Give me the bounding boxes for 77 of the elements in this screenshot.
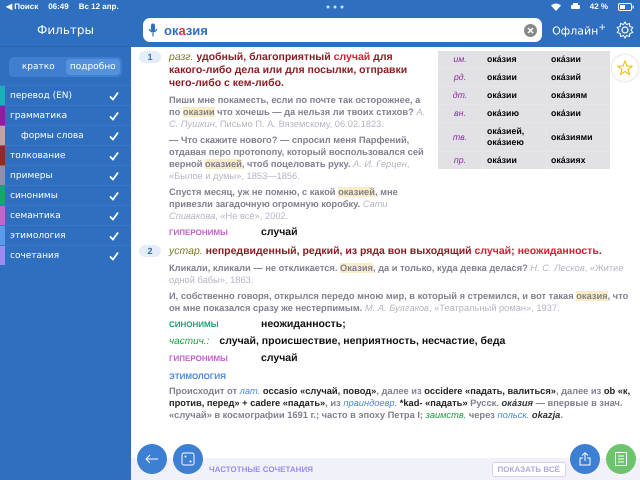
filter-label[interactable]: синонимы xyxy=(5,190,109,200)
battery-icon xyxy=(618,2,634,10)
filter-label[interactable]: семантика xyxy=(5,210,109,220)
table-cell: ока́зией, ока́зиею xyxy=(483,123,546,151)
star-icon xyxy=(617,60,633,76)
example-quote: Кликали, кликали — не откликается. Оказия, да и только, куда девка делася? Н. С. Лесков, «Житие одной бабы», 1863. xyxy=(169,262,624,286)
filter-label[interactable]: перевод (EN) xyxy=(5,90,109,100)
sense-number: 1 xyxy=(139,51,161,63)
case-label: вн. xyxy=(438,105,482,122)
case-label: дт. xyxy=(438,87,482,104)
clock: 06:49 xyxy=(48,2,69,11)
relation-label: частич.: xyxy=(169,336,210,348)
table-cell: ока́зии xyxy=(483,87,546,104)
dice-icon xyxy=(181,452,195,466)
example-quote: Спустя месяц, уж не помню, с какой оказией, мне привезли загадочную огромную коробку. Сати Спивакова, «Не всё», 2002. xyxy=(169,186,399,222)
filter-label[interactable]: формы слова xyxy=(5,130,109,140)
filter-label[interactable]: примеры xyxy=(5,170,109,180)
etymology-text: Происходит от лат. occasio «случай, повод», далее из occidere «падать, валиться», далее из ob «к, против, перед» + cadere «падать», из праиндоевр. *kad- «падать» Русск. ока́зия — впервые в знач. «случай» в космографии 1691 г.; часто в эпоху Петра I; заимств. через польск. okazja. xyxy=(169,385,632,421)
offline-button[interactable]: Офлайн$^{+}$ xyxy=(552,22,606,38)
check-icon[interactable] xyxy=(109,190,119,200)
relation-label: ГИПЕРОНИМЫ xyxy=(169,353,229,365)
filter-label[interactable]: сочетания xyxy=(5,250,109,260)
check-icon[interactable] xyxy=(109,130,119,140)
relation-label: СИНОНИМЫ xyxy=(169,319,220,331)
check-icon[interactable] xyxy=(109,250,119,260)
table-cell: ока́зия xyxy=(483,51,546,68)
check-icon[interactable] xyxy=(109,230,119,240)
table-cell: ока́зии xyxy=(547,51,610,68)
check-icon[interactable] xyxy=(109,90,119,100)
table-cell: ока́зиями xyxy=(547,123,610,151)
clear-icon[interactable] xyxy=(524,24,538,36)
back-link[interactable]: ◀ Поиск xyxy=(6,2,38,11)
list-icon xyxy=(615,452,627,466)
table-cell: ока́зии xyxy=(483,69,546,86)
case-label: пр. xyxy=(438,152,482,169)
collocations-heading: ЧАСТОТНЫЕ СОЧЕТАНИЯ xyxy=(209,464,314,474)
etymology-heading: ЭТИМОЛОГИЯ xyxy=(169,371,227,383)
relation-value: случай, происшествие, неприятность, несчастие, беда xyxy=(219,335,506,347)
table-cell: ока́зиям xyxy=(547,87,610,104)
case-label: им. xyxy=(438,51,482,68)
check-icon[interactable] xyxy=(109,210,119,220)
dots-icon xyxy=(324,4,345,8)
relation-value: случай xyxy=(261,226,298,238)
example-quote: И, собственно говоря, открылся передо мною мир, в который я стремился, и вот такая оказия, что он мне показался сразу же нестерпимым. М. А. Булгаков, «Театральный роман», 1937. xyxy=(169,290,630,314)
battery-percent: 42 % xyxy=(590,2,608,11)
example-quote: Пиши мне покаместь, если по почте так осторожнее, а по оказии что хочешь — да нельзя ли твоих стихов? А. С. Пушкин, Письмо П. А. Вяземскому, 06.02.1823. xyxy=(169,94,426,130)
search-field[interactable]: оказия xyxy=(143,18,542,42)
sidebar-title: Фильтры xyxy=(0,13,131,47)
mode-tab[interactable]: кратко xyxy=(11,59,66,75)
table-cell: ока́зий xyxy=(547,69,610,86)
definition: устар. непредвиденный, редкий, из ряда вон выходящий случай; неожиданность. xyxy=(169,245,603,258)
table-cell: ока́зиях xyxy=(547,152,610,169)
relation-value: случай xyxy=(261,352,298,364)
filter-label[interactable]: грамматика xyxy=(5,110,109,120)
check-icon[interactable] xyxy=(109,110,119,120)
check-icon[interactable] xyxy=(109,150,119,160)
wifi-icon xyxy=(550,2,561,10)
case-label: тв. xyxy=(438,123,482,151)
definition: разг. удобный, благоприятный случай для какого-либо дела или для посылки, отправки чего-либо с кем-либо. xyxy=(169,51,408,90)
car-icon xyxy=(570,3,580,10)
check-icon[interactable] xyxy=(109,170,119,180)
table-cell: ока́зии xyxy=(547,105,610,122)
filter-label[interactable]: этимология xyxy=(5,230,109,240)
microphone-icon[interactable] xyxy=(148,23,158,37)
filter-label[interactable]: толкование xyxy=(5,150,109,160)
case-label: рд. xyxy=(438,69,482,86)
relation-label: ГИПЕРОНИМЫ xyxy=(169,227,229,239)
relation-value: неожиданность; xyxy=(261,318,346,330)
table-cell: ока́зию xyxy=(483,105,546,122)
example-quote: — Что скажите нового? — спросил меня Парфений, отдавая перо протопопу, который воспользовался сей верной оказией, чтоб поцеловать руку. А. И. Герцен, «Былое и думы», 1853—1856. xyxy=(169,134,425,182)
date: Вс 12 апр. xyxy=(78,2,119,11)
mode-tab[interactable]: подробно xyxy=(66,59,120,75)
sense-number: 2 xyxy=(139,245,161,257)
share-icon xyxy=(579,452,591,466)
settings-icon[interactable] xyxy=(616,21,634,39)
arrow-left-icon xyxy=(145,454,159,464)
table-cell: ока́зии xyxy=(483,152,546,169)
